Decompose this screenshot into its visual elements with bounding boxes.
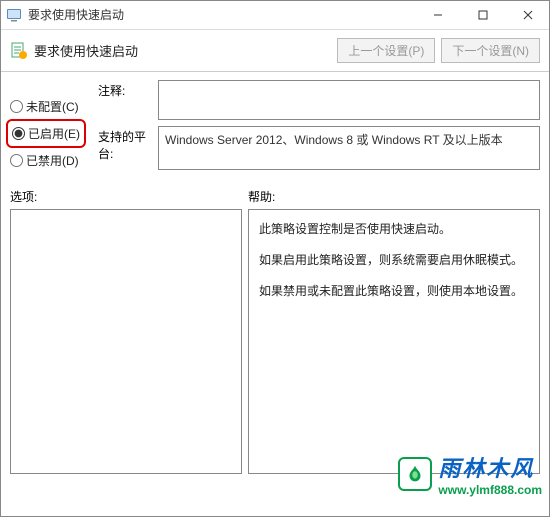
comment-label: 注释: [98,80,158,99]
help-panel: 此策略设置控制是否使用快速启动。 如果启用此策略设置，则系统需要启用休眠模式。 … [248,209,540,474]
help-line-1: 此策略设置控制是否使用快速启动。 [259,220,529,239]
radio-disabled-label: 已禁用(D) [26,152,79,169]
radio-not-configured-input[interactable] [10,100,23,113]
prev-setting-button[interactable]: 上一个设置(P) [337,38,435,63]
platform-label: 支持的平台: [98,126,158,162]
radio-not-configured-label: 未配置(C) [26,98,79,115]
radio-disabled[interactable]: 已禁用(D) [10,152,98,169]
radio-enabled-label: 已启用(E) [28,125,80,142]
minimize-button[interactable] [415,0,460,29]
help-line-3: 如果禁用或未配置此策略设置，则使用本地设置。 [259,282,529,301]
options-label: 选项: [10,188,248,205]
watermark-icon [398,457,432,491]
help-line-2: 如果启用此策略设置，则系统需要启用休眠模式。 [259,251,529,270]
options-panel [10,209,242,474]
watermark-cn: 雨林木风 [438,451,542,483]
comment-input[interactable] [158,80,540,120]
help-label: 帮助: [248,188,275,205]
policy-icon [10,42,28,60]
platform-text: Windows Server 2012、Windows 8 或 Windows … [165,133,503,147]
app-icon [6,7,22,23]
radio-disabled-input[interactable] [10,154,23,167]
policy-title: 要求使用快速启动 [34,41,331,60]
next-setting-button[interactable]: 下一个设置(N) [441,38,540,63]
radio-not-configured[interactable]: 未配置(C) [10,98,98,115]
maximize-button[interactable] [460,0,505,29]
watermark: 雨林木风 www.ylmf888.com [398,451,542,497]
platform-box: Windows Server 2012、Windows 8 或 Windows … [158,126,540,170]
close-button[interactable] [505,0,550,29]
watermark-url: www.ylmf888.com [438,483,542,497]
window-title: 要求使用快速启动 [28,6,415,23]
radio-enabled[interactable]: 已启用(E) [10,123,82,144]
radio-enabled-input[interactable] [12,127,25,140]
